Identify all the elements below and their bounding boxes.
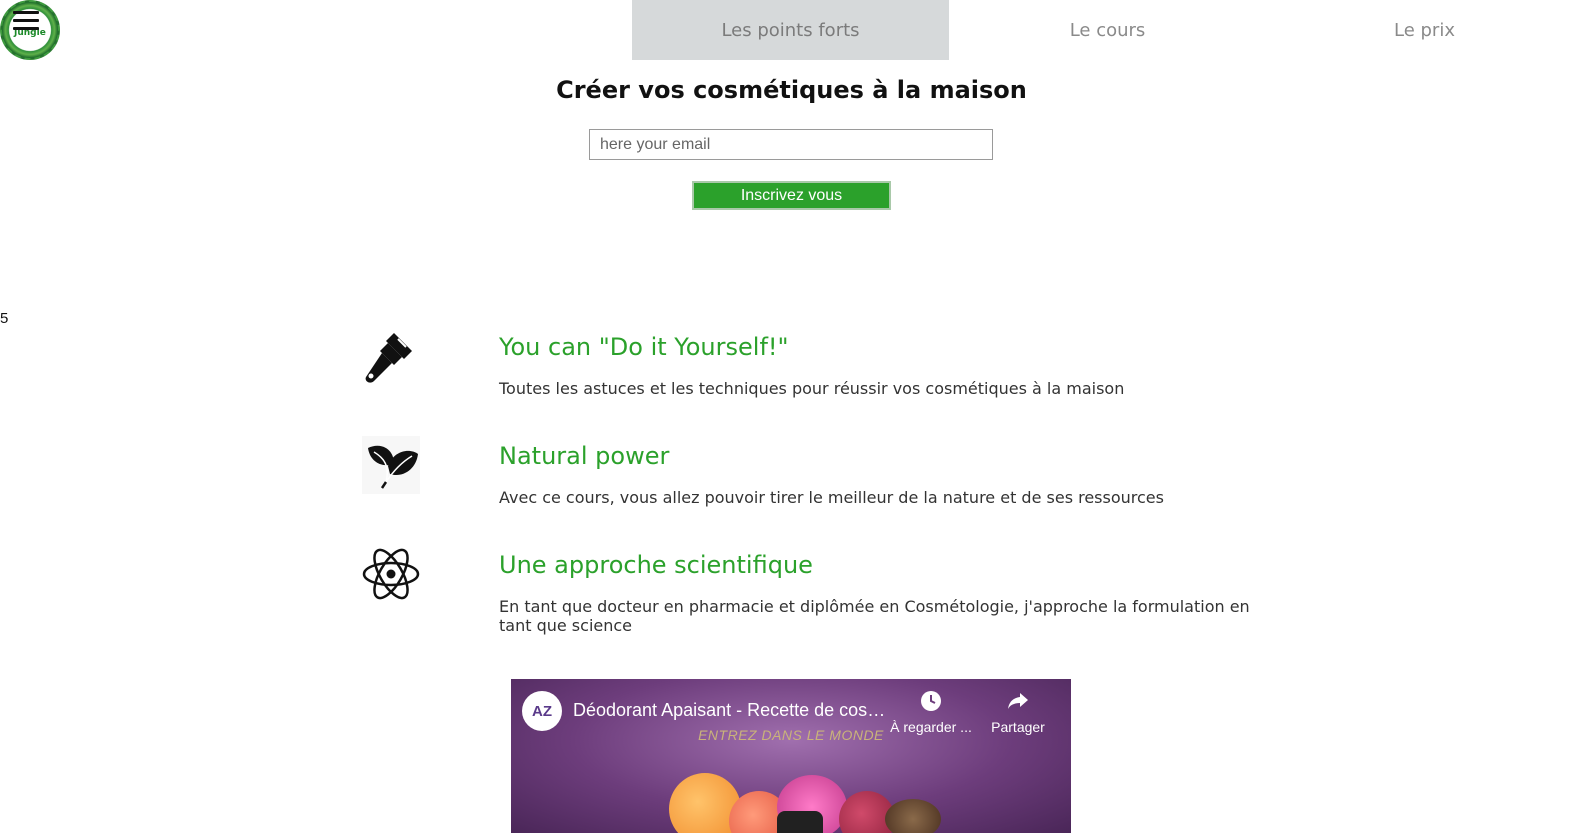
tab-les-points-forts[interactable]: Les points forts [632, 0, 949, 60]
clock-icon [886, 689, 976, 715]
top-nav: Les points forts Le cours Le prix [632, 0, 1583, 60]
feature-description: Avec ce cours, vous allez pouvoir tirer … [499, 488, 1164, 507]
feature-title: Natural power [499, 442, 670, 470]
page-title: Créer vos cosmétiques à la maison [556, 76, 1027, 104]
video-title[interactable]: Déodorant Apaisant - Recette de cosmétiq… [573, 700, 893, 721]
share-icon [973, 689, 1063, 715]
feature-description: En tant que docteur en pharmacie et dipl… [499, 597, 1250, 635]
paintbrush-icon [360, 325, 422, 387]
feature-title: You can "Do it Yourself!" [499, 333, 789, 361]
channel-avatar[interactable]: AZ [522, 691, 562, 731]
play-button[interactable] [777, 811, 823, 833]
watch-later-label: À regarder ... [890, 719, 972, 735]
subscribe-button[interactable]: Inscrivez vous [692, 181, 891, 210]
atom-icon [360, 543, 422, 605]
leaf-icon [360, 434, 422, 496]
tab-le-prix[interactable]: Le prix [1266, 0, 1583, 60]
tab-le-cours[interactable]: Le cours [949, 0, 1266, 60]
share-button[interactable]: Partager [973, 689, 1063, 735]
email-field[interactable] [589, 129, 993, 160]
video-player[interactable]: ENTREZ DANS LE MONDE AZ Déodorant Apaisa… [511, 679, 1071, 833]
watch-later-button[interactable]: À regarder ... [886, 689, 976, 735]
side-marker: 5 [0, 310, 9, 327]
feature-description: Toutes les astuces et les techniques pou… [499, 379, 1125, 398]
share-label: Partager [991, 719, 1045, 735]
feature-title: Une approche scientifique [499, 551, 813, 579]
video-thumbnail-herb [885, 799, 941, 833]
hamburger-menu-icon[interactable] [13, 11, 39, 31]
